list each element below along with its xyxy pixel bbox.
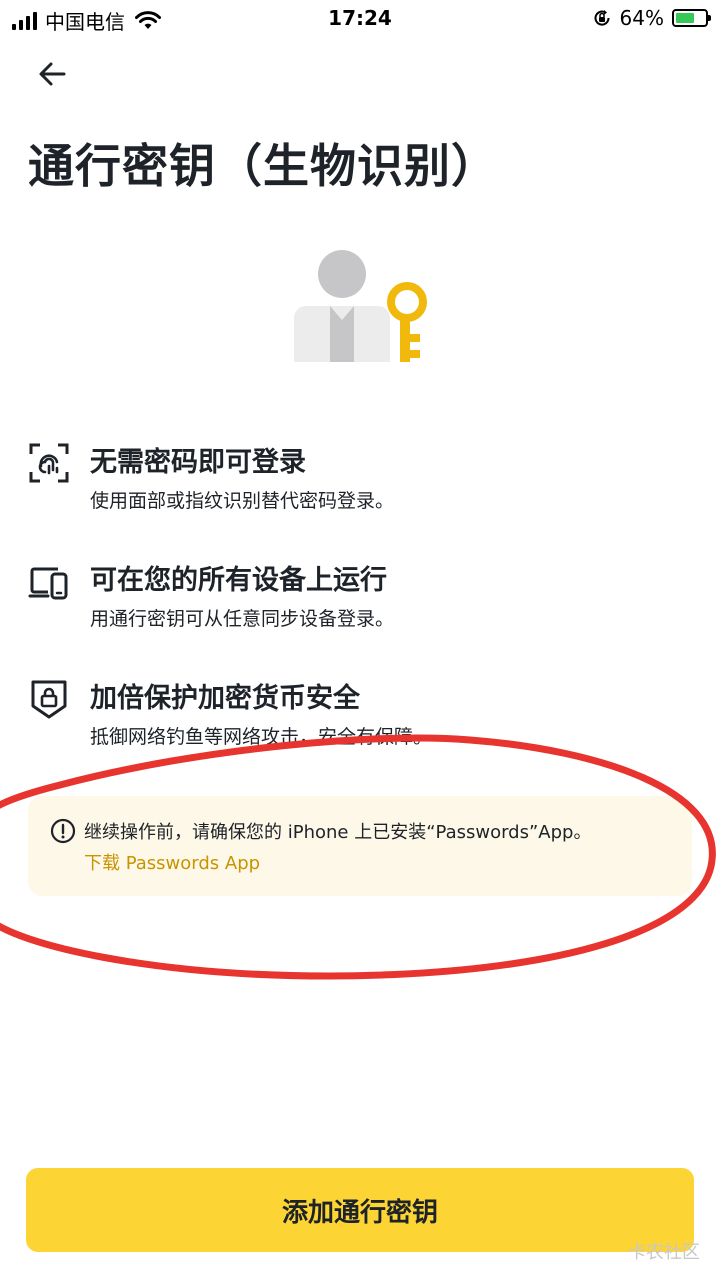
- add-passkey-button[interactable]: 添加通行密钥: [26, 1168, 694, 1252]
- orientation-lock-icon: [594, 10, 610, 26]
- illustration: [290, 246, 430, 366]
- shield-lock-icon: [31, 680, 67, 719]
- feature-passwordless-login: 无需密码即可登录 使用面部或指纹识别替代密码登录。: [28, 440, 688, 540]
- passwords-app-notice: 继续操作前，请确保您的 iPhone 上已安装“Passwords”App。 下…: [28, 796, 692, 896]
- feature-heading: 无需密码即可登录: [90, 447, 306, 478]
- download-passwords-app-link[interactable]: 下载 Passwords App: [84, 849, 260, 875]
- battery-icon: [672, 9, 711, 27]
- feature-heading: 加倍保护加密货币安全: [90, 683, 360, 714]
- fingerprint-scan-icon: [29, 443, 69, 483]
- page-title: 通行密钥（生物识别）: [28, 139, 498, 193]
- battery-percentage: 64%: [619, 6, 664, 30]
- status-right: 64%: [592, 6, 711, 30]
- passkey-setup-screen: 中国电信 17:24 64% 通行密钥（生物识别） 无需密码即可登录 使用面部或…: [0, 0, 720, 1280]
- info-circle-icon: [50, 818, 76, 844]
- feature-description: 使用面部或指纹识别替代密码登录。: [90, 490, 395, 512]
- feature-description: 用通行密钥可从任意同步设备登录。: [90, 608, 395, 630]
- watermark: 卡农社区: [628, 1242, 700, 1263]
- arrow-left-icon: [39, 62, 66, 86]
- notice-text: 继续操作前，请确保您的 iPhone 上已安装“Passwords”App。: [84, 822, 592, 843]
- feature-crypto-security: 加倍保护加密货币安全 抵御网络钓鱼等网络攻击，安全有保障。: [28, 676, 688, 776]
- feature-description: 抵御网络钓鱼等网络攻击，安全有保障。: [90, 726, 433, 748]
- back-button[interactable]: [34, 56, 70, 92]
- user-with-key-icon: [294, 250, 427, 362]
- battery-fill: [676, 13, 694, 23]
- feature-heading: 可在您的所有设备上运行: [90, 565, 387, 596]
- status-bar: 中国电信 17:24 64%: [0, 0, 720, 36]
- devices-icon: [28, 567, 68, 600]
- feature-all-devices: 可在您的所有设备上运行 用通行密钥可从任意同步设备登录。: [28, 558, 688, 658]
